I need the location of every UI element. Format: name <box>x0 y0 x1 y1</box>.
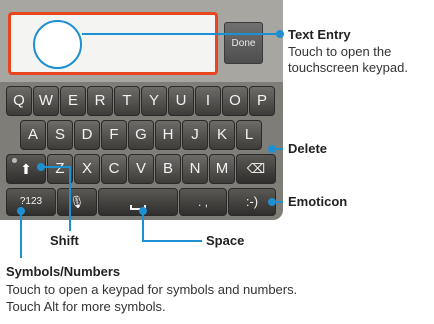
emoticon-label: Emoticon <box>288 194 348 209</box>
key-e[interactable]: E <box>60 86 86 116</box>
key-o[interactable]: O <box>222 86 248 116</box>
delete-label: Delete <box>288 141 328 156</box>
key-r[interactable]: R <box>87 86 113 116</box>
shift-label: Shift <box>50 233 79 248</box>
space-key[interactable] <box>98 188 178 216</box>
key-u[interactable]: U <box>168 86 194 116</box>
key-a[interactable]: A <box>20 120 46 150</box>
key-t[interactable]: T <box>114 86 140 116</box>
delete-icon: ⌫ <box>246 161 266 176</box>
key-c[interactable]: C <box>101 154 127 184</box>
key-b[interactable]: B <box>155 154 181 184</box>
key-m[interactable]: M <box>209 154 235 184</box>
keyboard-diagram: Done Q W E R T Y U I O P A S D F G H J K… <box>0 0 434 324</box>
symbols-key[interactable]: ?123 <box>6 188 56 216</box>
microphone-icon: 🎙 <box>69 195 85 209</box>
key-y[interactable]: Y <box>141 86 167 116</box>
text-entry-desc-2: touchscreen keypad. <box>288 60 408 75</box>
alt-indicator-icon <box>12 158 17 163</box>
space-leader-line-v <box>142 212 144 242</box>
delete-key[interactable]: ⌫ <box>236 154 276 184</box>
key-x[interactable]: X <box>74 154 100 184</box>
key-f[interactable]: F <box>101 120 127 150</box>
space-label: Space <box>206 233 245 248</box>
key-j[interactable]: J <box>182 120 208 150</box>
symbols-desc-1: Touch to open a keypad for symbols and n… <box>6 282 298 297</box>
emoticon-leader-line <box>275 201 283 203</box>
microphone-key[interactable]: 🎙 <box>57 188 97 216</box>
text-entry-leader-dot <box>276 30 284 38</box>
key-k[interactable]: K <box>209 120 235 150</box>
key-v[interactable]: V <box>128 154 154 184</box>
key-p[interactable]: P <box>249 86 275 116</box>
key-n[interactable]: N <box>182 154 208 184</box>
text-entry-desc-1: Touch to open the <box>288 44 392 59</box>
key-h[interactable]: H <box>155 120 181 150</box>
key-l[interactable]: L <box>236 120 262 150</box>
symbols-label: Symbols/Numbers <box>6 264 121 279</box>
done-button[interactable]: Done <box>224 22 263 64</box>
text-entry-label: Text Entry <box>288 27 351 42</box>
symbols-leader-line <box>20 212 22 258</box>
key-s[interactable]: S <box>47 120 73 150</box>
symbols-desc-2: Touch Alt for more symbols. <box>6 299 166 314</box>
text-entry-leader-line <box>82 33 278 35</box>
punctuation-key[interactable]: . , <box>179 188 227 216</box>
shift-leader-line-v <box>69 166 71 231</box>
shift-arrow-icon: ⬆ <box>20 161 32 177</box>
shift-leader-line-h <box>41 166 71 168</box>
space-leader-line-h <box>142 240 202 242</box>
key-g[interactable]: G <box>128 120 154 150</box>
key-w[interactable]: W <box>33 86 59 116</box>
delete-leader-line <box>275 148 283 150</box>
key-q[interactable]: Q <box>6 86 32 116</box>
key-d[interactable]: D <box>74 120 100 150</box>
key-i[interactable]: I <box>195 86 221 116</box>
text-entry-callout-circle <box>33 20 82 69</box>
